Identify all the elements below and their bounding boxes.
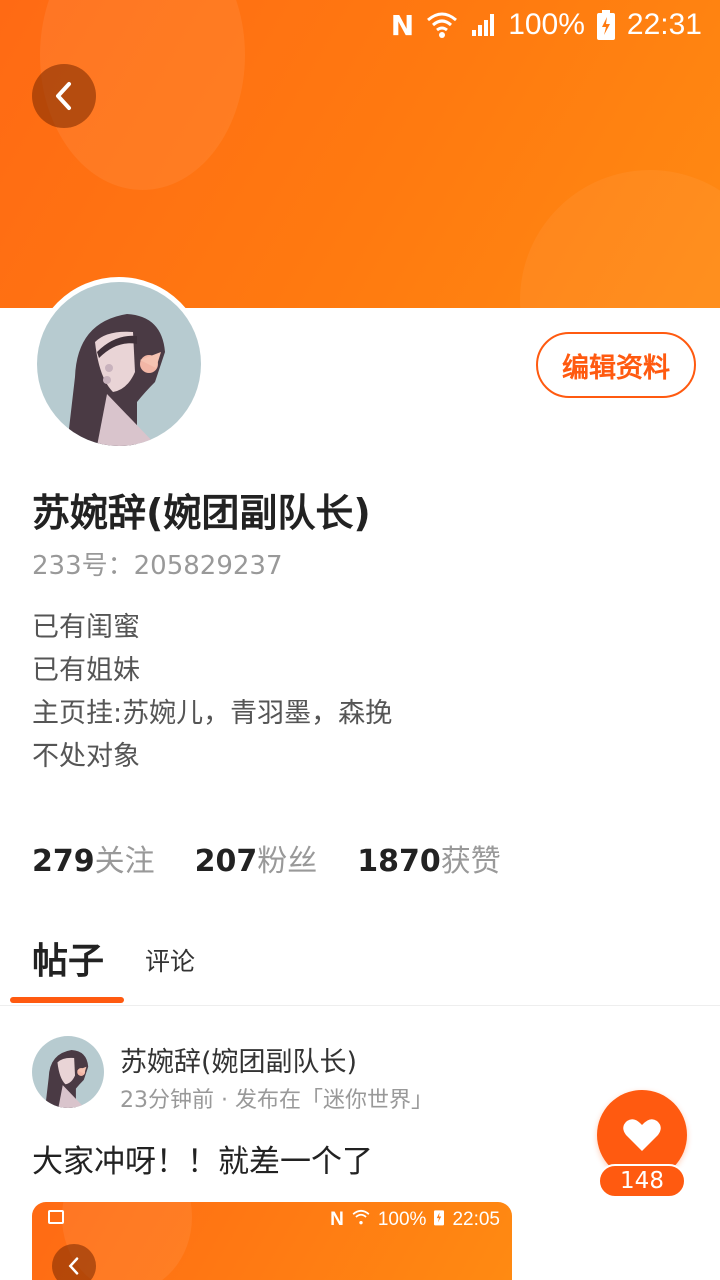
stat-label: 粉丝 [257, 844, 318, 879]
bio-line: 已有姐妹 [32, 655, 140, 686]
clock: 22:31 [626, 8, 702, 41]
tab-comments[interactable]: 评论 [145, 942, 195, 978]
clock: 22:05 [452, 1209, 500, 1230]
status-bar: N 100% 22:31 [0, 0, 720, 50]
content-tabs: 帖子 评论 [0, 920, 720, 1006]
image-status-bar: N 100% 22:05 [330, 1208, 500, 1232]
stat-value: 279 [32, 844, 95, 879]
edit-profile-button[interactable]: 编辑资料 [536, 332, 696, 398]
back-button[interactable] [32, 64, 96, 128]
stat-label: 获赞 [440, 844, 501, 879]
post-author-name[interactable]: 苏婉辞(婉团副队长) [120, 1040, 357, 1079]
post-image[interactable]: N 100% 22:05 [32, 1202, 512, 1280]
stat-label: 关注 [94, 844, 155, 879]
stat-value: 207 [194, 844, 258, 879]
signal-icon [470, 12, 496, 38]
profile-id: 233号：205829237 [32, 551, 283, 581]
bio-line: 不处对象 [32, 741, 140, 772]
back-arrow-icon [52, 1244, 96, 1280]
header-decoration [520, 170, 720, 308]
battery-icon [596, 10, 615, 40]
stat-value: 1870 [357, 844, 441, 879]
post-card[interactable]: 苏婉辞(婉团副队长) 23分钟前 · 发布在「迷你世界」 大家冲呀！！就差一个了… [0, 1006, 720, 1280]
profile-bio: 已有闺蜜 已有姐妹 主页挂:苏婉儿，青羽墨，森挽 不处对象 [32, 606, 392, 778]
bio-line: 已有闺蜜 [32, 612, 140, 643]
like-count: 148 [598, 1164, 686, 1198]
heart-icon [623, 1119, 661, 1151]
nfc-icon: N [390, 8, 415, 42]
post-author-avatar[interactable] [32, 1036, 104, 1108]
nfc-icon: N [330, 1209, 344, 1230]
tab-posts[interactable]: 帖子 [32, 932, 104, 984]
post-meta: 23分钟前 · 发布在「迷你世界」 [120, 1088, 433, 1113]
active-tab-indicator [10, 997, 124, 1003]
profile-avatar[interactable] [32, 277, 206, 451]
stat-likes[interactable]: 1870获赞 [357, 836, 501, 880]
bio-line: 主页挂:苏婉儿，青羽墨，森挽 [32, 698, 393, 729]
post-text: 大家冲呀！！就差一个了 [32, 1144, 373, 1180]
wifi-icon [352, 1209, 370, 1231]
stat-followers[interactable]: 207粉丝 [195, 836, 318, 880]
stat-following[interactable]: 279关注 [32, 836, 155, 880]
battery-icon [434, 1208, 445, 1232]
battery-percentage: 100% [508, 8, 585, 41]
image-icon [48, 1210, 64, 1224]
profile-stats: 279关注 207粉丝 1870获赞 [32, 836, 501, 880]
battery-percentage: 100% [377, 1209, 427, 1230]
wifi-icon [426, 11, 458, 39]
profile-name: 苏婉辞(婉团副队长) [32, 491, 371, 535]
back-arrow-icon [56, 82, 71, 110]
